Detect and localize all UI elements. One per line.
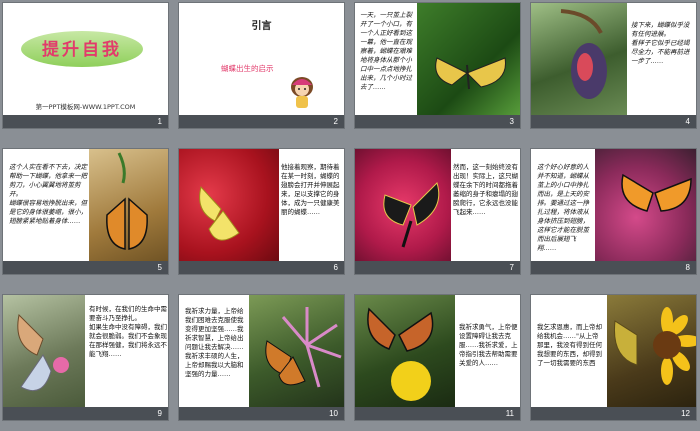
slide-number-strip xyxy=(3,407,168,420)
slide-number-strip xyxy=(355,407,520,420)
slide-body-text: 然而，这一刻始终没有出现！实际上，这只蝴蝶在余下的时间都拖着萎缩的身子和瘪塌的翅… xyxy=(453,163,518,216)
butterfly-photo xyxy=(179,149,279,263)
slide-body-text: 一天，一只茧上裂开了一个小口，有一个人正好看到这一幕，他一直在观察着，蝴蝶在艰难… xyxy=(360,11,412,91)
slide-thumbnail-12[interactable]: 我乞求恩惠，而上帝却给我机会……"从上帝那里，我没有得到任何我想要的东西，却得到… xyxy=(530,294,697,421)
butterfly-photo xyxy=(355,295,455,409)
slide-number-strip xyxy=(355,115,520,128)
slide-number-strip xyxy=(531,115,696,128)
butterfly-on-sunflower-icon xyxy=(613,307,696,385)
slide-number-strip xyxy=(179,261,344,274)
slide-body-text: 我祈求力量，上帝给我们困难去克服使我变得更加坚强……我祈求智慧，上帝给出问题让我… xyxy=(185,307,244,378)
slide-number-strip xyxy=(179,115,344,128)
chrysalis-icon xyxy=(560,9,607,99)
slide-number-strip xyxy=(355,261,520,274)
butterfly-photo xyxy=(595,149,696,263)
slide-number: 2 xyxy=(333,117,338,126)
slide-number: 6 xyxy=(333,263,338,272)
slide-thumbnail-5[interactable]: 这个人实在看不下去，决定帮助一下蝴蝶，他拿来一把剪刀，小心翼翼地将茧剪开。 蝴蝶… xyxy=(2,148,169,275)
slide-subtitle: 第一PPT模板网-WWW.1PPT.COM xyxy=(35,103,136,111)
slide-number: 8 xyxy=(685,263,690,272)
butterfly-on-flower-icon xyxy=(265,307,342,388)
slide-number-strip xyxy=(179,407,344,420)
butterfly-photo xyxy=(249,295,344,409)
butterfly-photo xyxy=(89,149,168,263)
pale-butterfly-icon xyxy=(17,313,69,391)
butterfly-photo xyxy=(3,295,85,409)
butterfly-photo xyxy=(607,295,696,409)
black-butterfly-icon xyxy=(383,182,440,248)
slide-body-text: 我乞求恩惠，而上帝却给我机会……"从上帝那里，我没有得到任何我想要的东西，却得到… xyxy=(537,323,602,367)
slide-number: 5 xyxy=(157,263,162,272)
slide-number: 3 xyxy=(509,117,514,126)
yellow-butterfly-icon xyxy=(199,185,240,241)
slide-thumbnail-8[interactable]: 这个好心好意的人并不知道，蝴蝶从茧上的小口中挣扎而出，是上天的安排。要通过这一挣… xyxy=(530,148,697,275)
slide-number-strip xyxy=(3,115,168,128)
chrysalis-photo xyxy=(531,3,627,117)
slide-number: 12 xyxy=(681,409,690,418)
slide-thumbnail-10[interactable]: 我祈求力量，上帝给我们困难去克服使我变得更加坚强……我祈求智慧，上帝给出问题让我… xyxy=(178,294,345,421)
slide-subtitle: 蝴蝶出生的启示 xyxy=(221,64,274,73)
slide-number: 10 xyxy=(329,409,338,418)
slide-number: 9 xyxy=(157,409,162,418)
slide-body-text: 这个好心好意的人并不知道，蝴蝶从茧上的小口中挣扎而出，是上天的安排。要通过这一挣… xyxy=(537,163,589,252)
slide-thumbnail-1[interactable]: 提升自我 第一PPT模板网-WWW.1PPT.COM 1 xyxy=(2,2,169,129)
slide-body-text: 我祈求勇气，上帝便设置障碍让我去克服……我祈求爱，上帝指引我去帮助需要关爱的人…… xyxy=(459,323,518,367)
cartoon-girl-icon xyxy=(291,77,313,108)
slide-thumbnail-7[interactable]: 然而，这一刻始终没有出现！实际上，这只蝴蝶在余下的时间都拖着萎缩的身子和瘪塌的翅… xyxy=(354,148,521,275)
slide-body-text: 这个人实在看不下去，决定帮助一下蝴蝶，他拿来一把剪刀，小心翼翼地将茧剪开。 蝴蝶… xyxy=(9,163,87,225)
monarch-butterfly-icon xyxy=(106,152,148,250)
monarch-butterfly-icon xyxy=(621,173,692,212)
slide-body-text: 他接着观察，期待着在某一时刻，蝴蝶的翅膀会打开并伸展起来，足以支撑它的身体，成为… xyxy=(281,163,340,216)
slide-thumbnail-3[interactable]: 一天，一只茧上裂开了一个小口，有一个人正好看到这一幕，他一直在观察着，蝴蝶在艰难… xyxy=(354,2,521,129)
yellow-butterfly-icon xyxy=(435,57,506,90)
slide-thumbnail-11[interactable]: 我祈求勇气，上帝便设置障碍让我去克服……我祈求爱，上帝指引我去帮助需要关爱的人…… xyxy=(354,294,521,421)
slide-body-text: 接下来，蝴蝶似乎没有任何进展。 看样子它似乎已经竭尽全力，不能再前进一步了…… xyxy=(631,21,690,65)
slide-thumbnail-2[interactable]: 引言 蝴蝶出生的启示 2 xyxy=(178,2,345,129)
slide-number: 7 xyxy=(509,263,514,272)
slide-number: 4 xyxy=(685,117,690,126)
butterfly-photo xyxy=(355,149,451,263)
slide-body-text: 有时候，在我们的生命中需要奋斗乃至挣扎。 如果生命中没有障碍，我们就会很脆弱。我… xyxy=(89,305,167,358)
slide-number-strip xyxy=(531,407,696,420)
slide-thumbnail-6[interactable]: 他接着观察，期待着在某一时刻，蝴蝶的翅膀会打开并伸展起来，足以支撑它的身体，成为… xyxy=(178,148,345,275)
slide-number-strip xyxy=(3,261,168,274)
slide-number: 1 xyxy=(157,117,162,126)
slide-title: 引言 xyxy=(251,21,272,32)
butterfly-on-dandelion-icon xyxy=(367,307,434,401)
butterfly-photo xyxy=(417,3,520,117)
slide-thumbnail-4[interactable]: 接下来，蝴蝶似乎没有任何进展。 看样子它似乎已经竭尽全力，不能再前进一步了…… … xyxy=(530,2,697,129)
slide-number: 11 xyxy=(505,409,514,418)
slide-thumbnail-9[interactable]: 有时候，在我们的生命中需要奋斗乃至挣扎。 如果生命中没有障碍，我们就会很脆弱。我… xyxy=(2,294,169,421)
slide-number-strip xyxy=(531,261,696,274)
slide-title: 提升自我 xyxy=(42,40,122,60)
